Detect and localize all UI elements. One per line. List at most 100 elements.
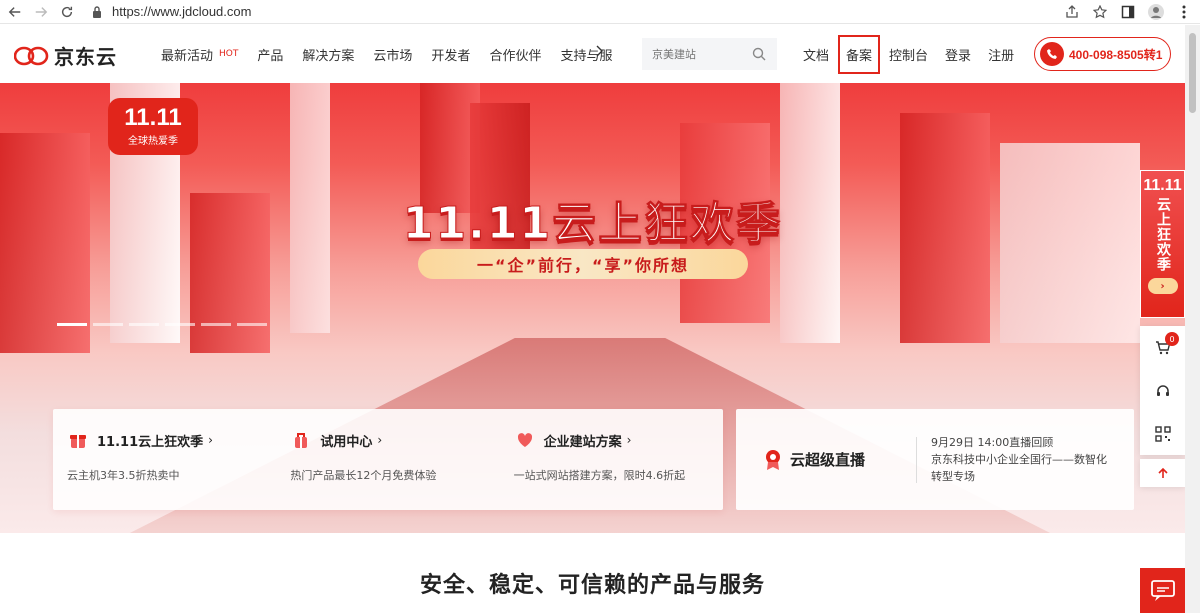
- search-box: [642, 38, 777, 70]
- carousel-dot[interactable]: [57, 323, 87, 326]
- reload-button[interactable]: [56, 1, 78, 23]
- carousel-dot[interactable]: [93, 323, 123, 326]
- avatar-icon: [1148, 4, 1164, 20]
- share-icon: [1066, 5, 1078, 18]
- award-icon: [766, 449, 780, 470]
- promo-cards: 11.11云上狂欢季 › 云主机3年3.5折热卖中 试用中心 › 热门产品最长1…: [53, 409, 723, 510]
- promo-card-website[interactable]: 企业建站方案 › 一站式网站搭建方案，限时4.6折起: [500, 409, 723, 510]
- chevron-right-icon: ›: [208, 433, 213, 447]
- scrollbar[interactable]: [1185, 25, 1200, 613]
- promo-title: 企业建站方案: [543, 434, 622, 450]
- nav-item-latest-activities[interactable]: 最新活动 HOT: [161, 45, 238, 64]
- site-header: 京东云 最新活动 HOT 产品 解决方案 云市场 开发者 合作伙伴 支持与服 文…: [0, 25, 1200, 83]
- side-promo-number: 11.11: [1143, 177, 1182, 194]
- right-nav: 文档 备案 控制台 登录 注册: [803, 25, 1031, 83]
- chat-button[interactable]: [1140, 568, 1185, 613]
- search-icon: [752, 47, 766, 61]
- side-promo-banner[interactable]: 11.11 云上狂欢季 ›: [1140, 170, 1185, 318]
- promo-card-trial[interactable]: 试用中心 › 热门产品最长12个月免费体验: [276, 409, 499, 510]
- cart-count-badge: 0: [1165, 332, 1179, 346]
- carousel-indicators: [57, 323, 267, 326]
- address-bar[interactable]: https://www.jdcloud.com: [92, 4, 251, 19]
- nav-console[interactable]: 控制台: [889, 45, 928, 64]
- nav-docs[interactable]: 文档: [803, 45, 829, 64]
- site-logo[interactable]: 京东云: [14, 41, 117, 70]
- floating-sidebar: 11.11 云上狂欢季 › 0: [1140, 170, 1185, 487]
- hero-subtitle: 一“企”前行，“享”你所想: [476, 256, 690, 275]
- promo-badge: 11.11 全球热爱季: [108, 98, 198, 155]
- badge-number: 11.11: [124, 104, 182, 131]
- promo-card-sale[interactable]: 11.11云上狂欢季 › 云主机3年3.5折热卖中: [53, 409, 276, 510]
- scroll-thumb[interactable]: [1189, 33, 1196, 113]
- nav-item-support[interactable]: 支持与服: [560, 45, 612, 64]
- trial-icon: [290, 429, 312, 451]
- nav-label: 支持与服: [560, 48, 613, 64]
- promo-desc: 热门产品最长12个月免费体验: [290, 469, 437, 482]
- search-button[interactable]: [746, 41, 772, 67]
- back-arrow-icon: [8, 6, 21, 17]
- live-card[interactable]: 云超级直播 9月29日 14:00直播回顾 京东科技中小企业全国行——数智化转型…: [736, 409, 1134, 510]
- nav-label: 开发者: [431, 48, 471, 64]
- hero-banner[interactable]: 11.11 全球热爱季 11.11云上狂欢季 一“企”前行，“享”你所想 11.…: [0, 83, 1185, 533]
- nav-item-developers[interactable]: 开发者: [431, 45, 470, 64]
- arrow-up-icon: [1157, 467, 1168, 478]
- sidepanel-button[interactable]: [1118, 2, 1138, 22]
- nav-item-solutions[interactable]: 解决方案: [302, 45, 354, 64]
- main-nav: 最新活动 HOT 产品 解决方案 云市场 开发者 合作伙伴 支持与服: [161, 25, 631, 83]
- phone-button[interactable]: 400-098-8505转1: [1034, 37, 1171, 71]
- badge-text: 全球热爱季: [128, 136, 178, 147]
- lock-icon: [93, 5, 101, 18]
- section-title: 安全、稳定、可信赖的产品与服务: [419, 573, 765, 598]
- side-promo-text: 云上狂欢季: [1155, 197, 1171, 272]
- share-button[interactable]: [1062, 2, 1082, 22]
- carousel-dot[interactable]: [129, 323, 159, 326]
- live-desc: 京东科技中小企业全国行——数智化转型专场: [931, 453, 1107, 483]
- nav-label: 云市场: [373, 48, 413, 64]
- phone-number: 400-098-8505转1: [1069, 47, 1163, 62]
- jdcloud-logo-icon: [14, 46, 49, 65]
- gift-icon: [67, 429, 89, 451]
- nav-item-partners[interactable]: 合作伙伴: [489, 45, 541, 64]
- nav-more-button[interactable]: [596, 45, 604, 61]
- search-input[interactable]: [642, 47, 742, 61]
- forward-arrow-icon: [35, 6, 48, 17]
- nav-item-products[interactable]: 产品: [257, 45, 283, 64]
- browser-toolbar: https://www.jdcloud.com: [0, 0, 1200, 24]
- heart-icon: [514, 429, 536, 451]
- hero-subtitle-ribbon: 一“企”前行，“享”你所想: [418, 249, 748, 279]
- qrcode-button[interactable]: [1140, 412, 1185, 455]
- back-to-top-button[interactable]: [1140, 459, 1185, 487]
- nav-beian[interactable]: 备案: [838, 34, 881, 74]
- star-icon: [1093, 5, 1107, 19]
- nav-label: 合作伙伴: [489, 48, 542, 64]
- nav-register[interactable]: 注册: [988, 45, 1014, 64]
- carousel-dot[interactable]: [201, 323, 231, 326]
- live-date: 9月29日 14:00直播回顾: [931, 436, 1054, 449]
- carousel-dot[interactable]: [237, 323, 267, 326]
- promo-desc: 一站式网站搭建方案，限时4.6折起: [513, 469, 686, 482]
- menu-button[interactable]: [1174, 2, 1194, 22]
- sidepanel-icon: [1121, 5, 1135, 19]
- profile-button[interactable]: [1146, 2, 1166, 22]
- qrcode-icon: [1154, 425, 1171, 442]
- back-button[interactable]: [4, 1, 26, 23]
- support-button[interactable]: [1140, 369, 1185, 412]
- url-text: https://www.jdcloud.com: [112, 4, 252, 19]
- forward-button[interactable]: [30, 1, 52, 23]
- nav-label: 最新活动: [161, 48, 214, 64]
- nav-login[interactable]: 登录: [945, 45, 971, 64]
- promo-desc: 云主机3年3.5折热卖中: [67, 469, 180, 482]
- phone-icon: [1040, 42, 1064, 66]
- logo-text: 京东云: [54, 45, 117, 69]
- headset-icon: [1156, 384, 1169, 396]
- live-title: 云超级直播: [790, 451, 866, 469]
- promo-title: 试用中心: [320, 434, 373, 450]
- carousel-dot[interactable]: [165, 323, 195, 326]
- hero-title: 11.11云上狂欢季: [402, 198, 783, 250]
- cart-button[interactable]: 0: [1140, 326, 1185, 369]
- kebab-menu-icon: [1182, 5, 1186, 19]
- nav-item-marketplace[interactable]: 云市场: [373, 45, 412, 64]
- bookmark-button[interactable]: [1090, 2, 1110, 22]
- chevron-right-icon: ›: [626, 433, 632, 447]
- nav-label: 产品: [257, 48, 284, 64]
